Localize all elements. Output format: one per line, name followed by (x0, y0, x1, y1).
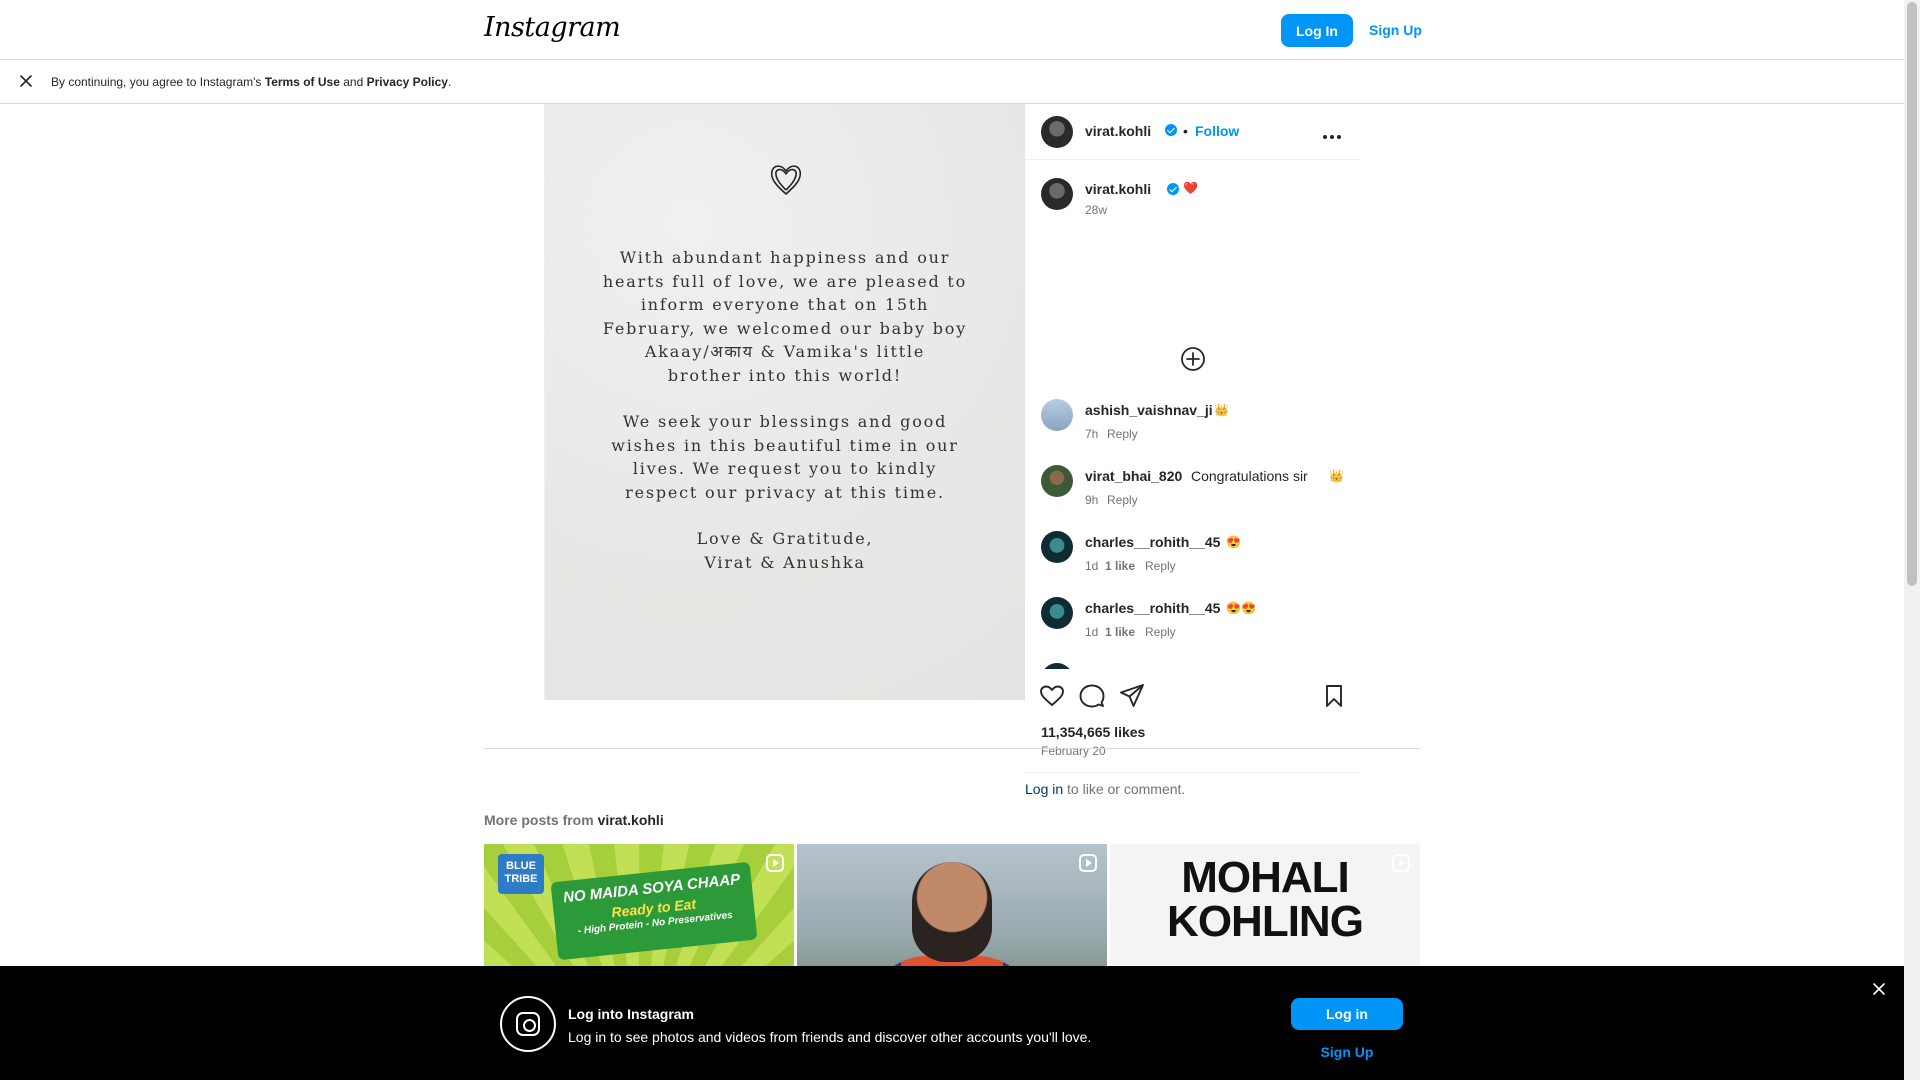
author-avatar[interactable] (1041, 116, 1073, 148)
more-posts-username[interactable]: virat.kohli (598, 812, 664, 828)
login-prompt-text: Log in to see photos and videos from fri… (568, 1029, 1092, 1045)
ad-banner: NO MAIDA SOYA CHAAP Ready to Eat - High … (550, 861, 758, 961)
portrait-shape (912, 862, 992, 962)
login-to-comment: Log in to like or comment. (1025, 772, 1360, 803)
add-circle-icon[interactable] (1180, 346, 1206, 372)
close-icon[interactable] (18, 73, 34, 89)
login-link[interactable]: Log in (1025, 781, 1063, 797)
reply-button[interactable]: Reply (1145, 625, 1176, 639)
post-image[interactable]: With abundant happiness and our hearts f… (545, 104, 1025, 700)
commenter-avatar[interactable] (1041, 663, 1073, 669)
login-button[interactable]: Log in (1291, 998, 1403, 1030)
login-prompt-title: Log into Instagram (568, 1006, 694, 1022)
heart-eyes-emoji: 😍😍 (1226, 601, 1256, 615)
post-sidebar: virat.kohli • Follow virat.kohli ❤️ 28w … (1025, 104, 1360, 797)
like-count[interactable]: 11,354,665 likes (1041, 724, 1145, 740)
comment-age: 7h (1085, 427, 1099, 441)
instagram-logo[interactable]: Instagram (484, 12, 621, 43)
reply-button[interactable]: Reply (1107, 427, 1138, 441)
comment-like-count[interactable]: 1 like (1105, 625, 1135, 639)
commenter-avatar[interactable] (1041, 465, 1073, 497)
close-icon[interactable] (1872, 982, 1886, 996)
caption-age: 28w (1085, 203, 1108, 217)
crown-emoji: 👑 (1329, 469, 1344, 483)
comment-age: 1d (1085, 559, 1099, 573)
post-header: virat.kohli • Follow (1025, 104, 1360, 160)
reply-button[interactable]: Reply (1145, 559, 1176, 573)
author-username[interactable]: virat.kohli (1085, 123, 1151, 139)
signup-link[interactable]: Sign Up (1291, 1044, 1403, 1060)
brand-logo: BLUE TRIBE (498, 854, 544, 894)
comment-like-count[interactable]: 1 like (1105, 559, 1135, 573)
terms-link[interactable]: Terms of Use (265, 75, 340, 89)
comment-age: 1d (1085, 625, 1099, 639)
like-icon[interactable] (1039, 683, 1065, 709)
privacy-link[interactable]: Privacy Policy (367, 75, 448, 89)
divider (484, 748, 1420, 749)
reply-button[interactable]: Reply (1107, 493, 1138, 507)
signup-link[interactable]: Sign Up (1369, 22, 1422, 38)
thumbnail-title: MOHALI KOHLING (1167, 853, 1364, 946)
comment-username[interactable]: virat_bhai_820 (1085, 468, 1182, 484)
announcement-text: With abundant happiness and our hearts f… (602, 248, 968, 572)
reel-icon (1079, 854, 1097, 872)
comment-username[interactable]: charles__rohith__45 (1085, 534, 1220, 550)
caption-username[interactable]: virat.kohli (1085, 181, 1151, 197)
comment-age: 9h (1085, 493, 1099, 507)
login-button[interactable]: Log In (1281, 14, 1353, 47)
commenter-avatar[interactable] (1041, 399, 1073, 431)
reel-icon (1392, 854, 1410, 872)
follow-button[interactable]: Follow (1195, 123, 1239, 139)
comment-icon[interactable] (1079, 683, 1105, 709)
dot-separator: • (1183, 123, 1188, 139)
comment-text: Congratulations sir (1191, 468, 1308, 484)
heart-doodle-icon (770, 165, 802, 195)
top-nav: Instagram Log In Sign Up (0, 0, 1904, 60)
more-posts-title: More posts from virat.kohli (484, 812, 664, 828)
consent-banner: By continuing, you agree to Instagram's … (0, 60, 1904, 104)
heart-eyes-emoji: 😍 (1226, 535, 1241, 549)
crown-emoji: 👑 (1214, 403, 1229, 417)
more-options-icon[interactable] (1323, 126, 1345, 139)
comment-username[interactable]: charles__rohith__45 (1085, 600, 1220, 616)
comments-list[interactable]: virat.kohli ❤️ 28w ashish_vaishnav_ji 👑 … (1025, 161, 1360, 669)
consent-text: By continuing, you agree to Instagram's … (51, 75, 452, 89)
login-prompt-bar: Log into Instagram Log in to see photos … (0, 966, 1904, 1080)
reel-icon (766, 854, 784, 872)
share-icon[interactable] (1119, 683, 1145, 709)
post-date: February 20 (1041, 744, 1106, 758)
post: With abundant happiness and our hearts f… (544, 104, 1360, 797)
scrollbar-thumb[interactable] (1907, 2, 1917, 586)
verified-icon (1165, 124, 1177, 136)
save-icon[interactable] (1321, 683, 1347, 709)
red-heart-emoji: ❤️ (1183, 181, 1198, 195)
commenter-avatar[interactable] (1041, 531, 1073, 563)
commenter-avatar[interactable] (1041, 597, 1073, 629)
verified-icon (1167, 183, 1179, 195)
caption-avatar[interactable] (1041, 178, 1073, 210)
instagram-camera-icon (500, 996, 556, 1052)
comment-username[interactable]: ashish_vaishnav_ji (1085, 402, 1213, 418)
